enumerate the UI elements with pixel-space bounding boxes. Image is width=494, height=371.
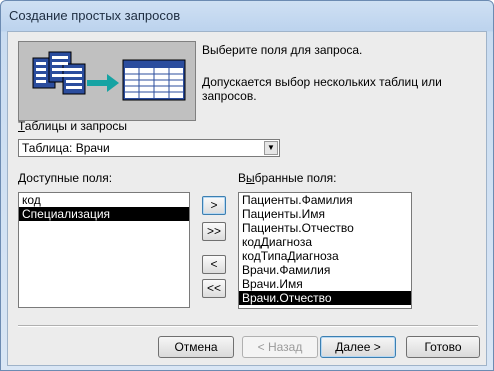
- hint-text: Допускается выбор нескольких таблиц или …: [202, 75, 442, 103]
- wizard-window: Создание простых запросов Выберите поля …: [0, 0, 494, 371]
- tables-label: Таблицы и запросы: [18, 119, 127, 133]
- list-item[interactable]: код: [19, 193, 189, 207]
- footer-divider: [18, 325, 478, 327]
- wizard-panel: Выберите поля для запроса. Допускается в…: [7, 31, 487, 366]
- selected-fields-label: Выбранные поля:: [238, 171, 337, 185]
- back-button[interactable]: < Назад: [242, 336, 318, 358]
- title-bar[interactable]: Создание простых запросов: [1, 1, 493, 31]
- list-item[interactable]: Пациенты.Имя: [239, 207, 411, 221]
- selected-label-pre: В: [238, 171, 247, 185]
- tables-select-value: Таблица: Врачи: [22, 141, 110, 155]
- window-title: Создание простых запросов: [9, 8, 181, 23]
- list-item[interactable]: кодДиагноза: [239, 235, 411, 249]
- list-item[interactable]: Пациенты.Фамилия: [239, 193, 411, 207]
- selected-label-post: бранные поля:: [254, 171, 337, 185]
- instruction-text: Выберите поля для запроса.: [202, 43, 363, 57]
- result-table-icon: [122, 59, 186, 101]
- available-fields-list[interactable]: код Специализация: [18, 192, 190, 308]
- chevron-down-icon[interactable]: ▼: [264, 141, 278, 155]
- source-tables-icon: [32, 51, 86, 95]
- remove-all-fields-button[interactable]: <<: [202, 279, 226, 298]
- cancel-button[interactable]: Отмена: [158, 336, 234, 358]
- selected-label-accel: ы: [246, 171, 255, 185]
- available-label-text: оступные поля:: [26, 171, 113, 185]
- list-item[interactable]: Специализация: [19, 207, 189, 221]
- tables-label-text: аблицы и запросы: [24, 119, 128, 133]
- finish-button[interactable]: Готово: [406, 336, 480, 358]
- next-button[interactable]: Далее >: [320, 336, 396, 358]
- list-item[interactable]: Врачи.Отчество: [239, 291, 411, 305]
- arrow-right-icon: [87, 74, 119, 92]
- add-all-fields-button[interactable]: >>: [202, 222, 226, 241]
- list-item[interactable]: Пациенты.Отчество: [239, 221, 411, 235]
- wizard-illustration: [18, 41, 196, 121]
- remove-field-button[interactable]: <: [202, 255, 226, 274]
- tables-select[interactable]: Таблица: Врачи ▼: [18, 139, 280, 157]
- list-item[interactable]: кодТипаДиагноза: [239, 249, 411, 263]
- add-field-button[interactable]: >: [202, 196, 226, 215]
- list-item[interactable]: Врачи.Фамилия: [239, 263, 411, 277]
- list-item[interactable]: Врачи.Имя: [239, 277, 411, 291]
- available-fields-label: Доступные поля:: [18, 171, 112, 185]
- selected-fields-list[interactable]: Пациенты.Фамилия Пациенты.Имя Пациенты.О…: [238, 192, 412, 309]
- tables-label-accel: Т: [18, 119, 25, 133]
